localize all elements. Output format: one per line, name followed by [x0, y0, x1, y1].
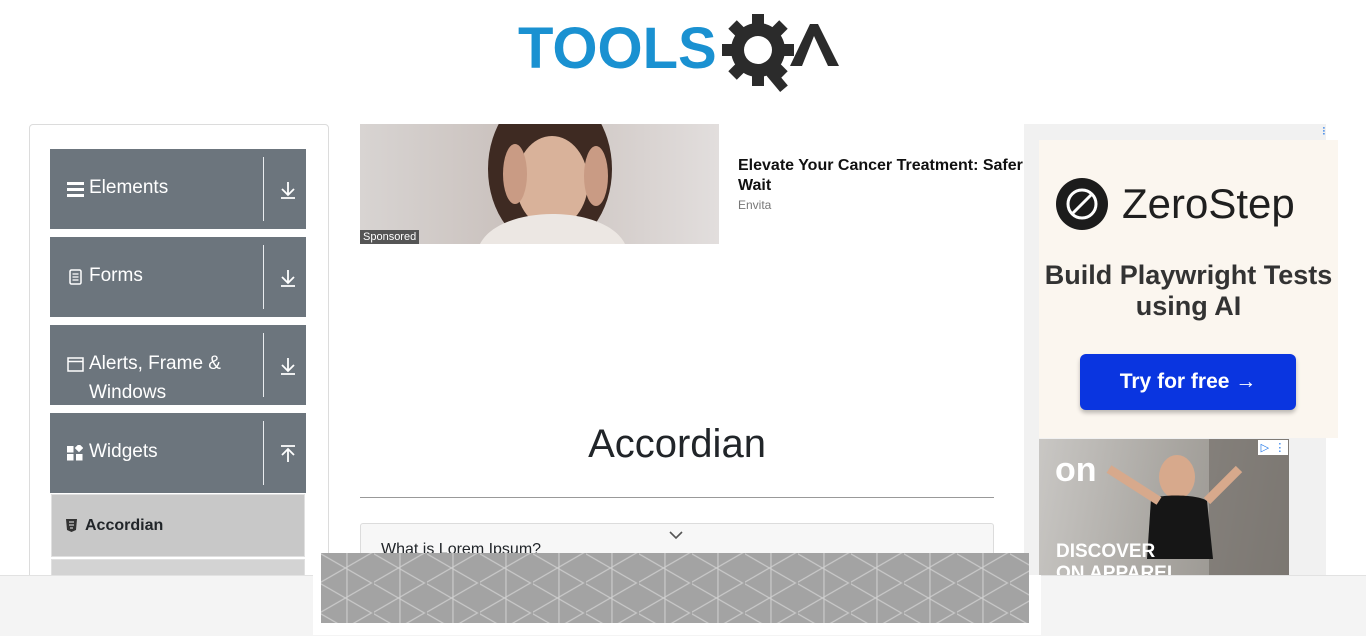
play-triangle-icon: ▷	[1260, 442, 1270, 454]
sidebar-group-label: Elements	[89, 177, 169, 198]
chevron-down-icon[interactable]	[667, 526, 685, 549]
ad-title[interactable]: Elevate Your Cancer Treatment: Safer Wai…	[738, 156, 1028, 196]
sidebar-group-elements[interactable]: Elements	[50, 149, 306, 229]
sidebar-group-forms[interactable]: Forms	[50, 237, 306, 317]
gear-icon	[722, 14, 794, 92]
title-divider	[360, 497, 994, 498]
toolsqa-logo[interactable]: TOOLS	[518, 14, 842, 92]
chevron-down-arrow-icon[interactable]	[276, 266, 300, 290]
divider	[263, 333, 264, 397]
left-sidebar: Elements Forms Alerts, Frame & Windows W…	[29, 124, 329, 595]
sidebar-item-label: Accordian	[85, 517, 164, 534]
divider	[263, 157, 264, 221]
divider	[263, 245, 264, 309]
hamburger-icon	[66, 180, 84, 198]
apparel-ad[interactable]: on DISCOVER ON APPAREL	[1039, 439, 1289, 584]
page-title: Accordian	[588, 422, 766, 466]
widgets-icon	[66, 444, 84, 462]
sidebar-group-alerts-frame-windows[interactable]: Alerts, Frame & Windows	[50, 325, 306, 405]
divider	[263, 421, 264, 485]
sidebar-group-label: Forms	[89, 265, 143, 286]
sidebar-group-label: Widgets	[89, 441, 158, 462]
sidebar-item-accordian[interactable]: Accordian	[51, 494, 305, 557]
document-icon	[66, 268, 84, 286]
zerostep-brand: ZeroStep	[1122, 180, 1295, 227]
chevron-up-arrow-icon[interactable]	[276, 442, 300, 466]
sponsored-label: Sponsored	[360, 230, 420, 244]
ad-source[interactable]: Envita	[738, 198, 771, 212]
ad-options-icon[interactable]: ⁝	[1322, 124, 1326, 138]
bottom-banner-ad[interactable]	[321, 553, 1029, 623]
sponsored-ad-banner[interactable]: Sponsored Elevate Your Cancer Treatment:…	[360, 124, 1024, 244]
sidebar-group-widgets[interactable]: Widgets	[50, 413, 306, 493]
logo-letter-a	[790, 24, 839, 66]
zerostep-tagline: Build Playwright Tests using AI	[1044, 260, 1333, 321]
ad-photo-woman	[480, 124, 625, 244]
chevron-down-arrow-icon[interactable]	[276, 354, 300, 378]
sidebar-group-label: Alerts, Frame & Windows	[89, 353, 221, 403]
ad-image[interactable]: Sponsored	[360, 124, 719, 244]
more-options-icon: ⋮	[1274, 442, 1286, 454]
site-header: TOOLS	[0, 0, 1366, 105]
try-for-free-button[interactable]: Try for free →	[1080, 354, 1296, 410]
adchoices-icon[interactable]: ▷ ⋮	[1258, 440, 1288, 455]
on-logo: on	[1055, 451, 1097, 489]
zerostep-ad[interactable]: ZeroStep Build Playwright Tests using AI…	[1039, 140, 1338, 438]
chevron-down-arrow-icon[interactable]	[276, 178, 300, 202]
window-icon	[66, 355, 84, 373]
html5-icon	[66, 519, 77, 537]
apparel-ad-line1: DISCOVER	[1056, 541, 1156, 562]
zerostep-logo-icon	[1056, 178, 1108, 230]
logo-text-tools: TOOLS	[518, 16, 717, 81]
